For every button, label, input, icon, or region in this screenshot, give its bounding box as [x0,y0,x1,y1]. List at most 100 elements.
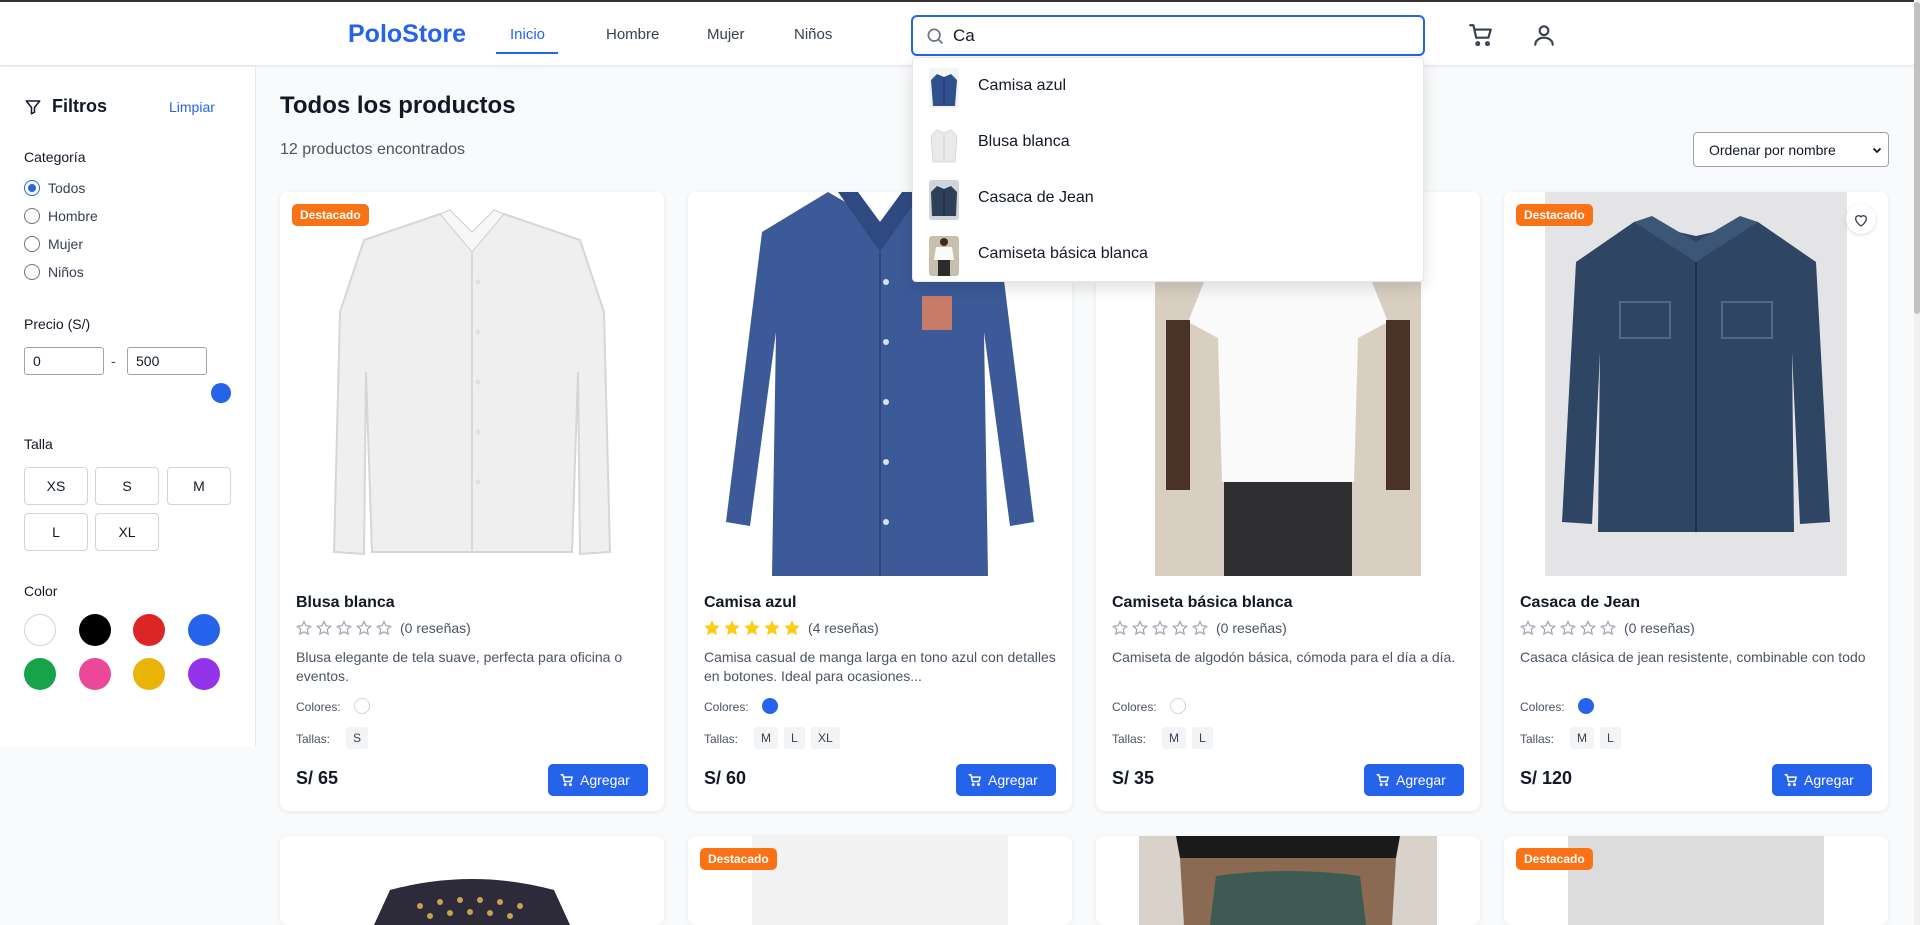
product-card[interactable]: Destacado [1504,836,1888,925]
product-card[interactable]: Camisa azul (4 reseñas) Camisa casual de… [688,192,1072,811]
add-to-cart-label: Agregar [1804,772,1854,788]
cart-icon [560,774,573,787]
cart-icon[interactable] [1468,22,1494,48]
suggestion-item[interactable]: Camisa azul [913,58,1425,114]
price-separator: - [111,353,116,369]
nav-link-hombre[interactable]: Hombre [606,26,659,43]
product-card[interactable] [280,836,664,925]
color-swatch-white [354,698,370,714]
product-description: Camisa casual de manga larga en tono azu… [704,649,1056,684]
radio-label: Mujer [48,236,84,252]
size-tag: M [754,727,778,749]
product-name[interactable]: Blusa blanca [296,594,395,612]
size-filter-xs[interactable]: XS [24,467,88,505]
review-count: (0 reseñas) [400,620,471,636]
add-to-cart-button[interactable]: Agregar [956,764,1056,796]
size-heading: Talla [24,436,53,452]
filters-title: Filtros [52,96,108,116]
add-to-cart-button[interactable]: Agregar [548,764,648,796]
cart-icon [968,774,981,787]
product-price: S/ 60 [704,768,747,788]
product-card[interactable]: Camiseta básica blanca (0 reseñas) Camis… [1096,192,1480,811]
rating-stars [296,620,393,636]
size-filter-xl[interactable]: XL [95,513,159,551]
colors-label: Colores: [296,700,341,714]
product-description: Camiseta de algodón básica, cómoda para … [1112,649,1456,665]
product-card[interactable]: Destacado [688,836,1072,925]
product-card[interactable]: Destacado Blusa blanca (0 reseñas) Blusa… [280,192,664,811]
sizes-label: Tallas: [1520,732,1555,746]
price-min-input[interactable]: 0 [24,347,104,375]
product-image [1096,836,1480,925]
price-max-input[interactable]: 500 [127,347,207,375]
user-icon[interactable] [1531,22,1557,48]
sizes-label: Tallas: [1112,732,1147,746]
radio-button[interactable] [24,236,40,252]
color-filter-purple[interactable] [188,658,220,690]
price-slider-handle[interactable] [211,383,231,403]
size-filter-m[interactable]: M [167,467,231,505]
product-card[interactable] [1096,836,1480,925]
filter-icon [25,100,41,115]
nav-link-mujer[interactable]: Mujer [707,26,745,43]
size-filter-l[interactable]: L [24,513,88,551]
sizes-label: Tallas: [704,732,739,746]
color-filter-white[interactable] [24,614,56,646]
scrollbar-thumb[interactable] [1914,2,1920,314]
product-name[interactable]: Camisa azul [704,594,796,612]
sort-select[interactable]: Ordenar por nombre [1693,132,1889,167]
suggestion-item[interactable]: Camiseta básica blanca [913,226,1425,282]
add-to-cart-button[interactable]: Agregar [1772,764,1872,796]
suggestion-thumbnail [929,236,959,276]
product-name[interactable]: Casaca de Jean [1520,594,1640,612]
suggestion-label: Blusa blanca [978,133,1070,150]
color-filter-green[interactable] [24,658,56,690]
results-count: 12 productos encontrados [280,141,466,158]
suggestion-label: Camiseta básica blanca [978,245,1148,262]
filters-sidebar: Filtros Limpiar Categoría Todos Hombre M… [0,67,256,747]
search-box[interactable] [911,15,1425,56]
heart-icon [1854,215,1868,227]
radio-button[interactable] [24,264,40,280]
suggestion-label: Casaca de Jean [978,189,1094,206]
color-filter-red[interactable] [133,614,165,646]
add-to-cart-button[interactable]: Agregar [1364,764,1464,796]
nav-link-ninos[interactable]: Niños [794,26,832,43]
size-filter-s[interactable]: S [95,467,159,505]
color-filter-yellow[interactable] [133,658,165,690]
store-logo[interactable]: PoloStore [348,20,466,49]
color-filter-black[interactable] [79,614,111,646]
favorite-button[interactable] [1846,204,1876,234]
product-description: Blusa elegante de tela suave, perfecta p… [296,649,623,684]
size-tag: M [1162,727,1186,749]
page-scrollbar[interactable] [1914,0,1920,925]
suggestion-item[interactable]: Blusa blanca [913,114,1425,170]
rating-stars [704,620,800,636]
color-filter-pink[interactable] [79,658,111,690]
featured-badge: Destacado [292,204,369,226]
suggestion-thumbnail [929,180,959,220]
search-input[interactable] [953,24,1403,48]
nav-link-inicio[interactable]: Inicio [510,26,545,43]
category-heading: Categoría [24,149,86,165]
radio-button[interactable] [24,180,40,196]
add-to-cart-label: Agregar [1396,772,1446,788]
suggestion-item[interactable]: Casaca de Jean [913,170,1425,226]
chevron-down-icon [1872,147,1882,154]
size-tag: L [1192,727,1213,749]
size-tag: L [784,727,805,749]
sort-selected-value: Ordenar por nombre [1709,142,1836,158]
search-icon [927,28,944,45]
color-swatch-blue [1578,698,1594,714]
review-count: (4 reseñas) [808,620,879,636]
price-heading: Precio (S/) [24,316,91,332]
product-name[interactable]: Camiseta básica blanca [1112,594,1293,612]
product-card[interactable]: Destacado Casaca de Jean (0 reseñas) Cas… [1504,192,1888,811]
colors-label: Colores: [1112,700,1157,714]
color-filter-blue[interactable] [188,614,220,646]
radio-button[interactable] [24,208,40,224]
active-nav-indicator [496,52,558,54]
featured-badge: Destacado [1516,204,1593,226]
product-price: S/ 65 [296,768,339,788]
clear-filters-link[interactable]: Limpiar [169,99,215,115]
